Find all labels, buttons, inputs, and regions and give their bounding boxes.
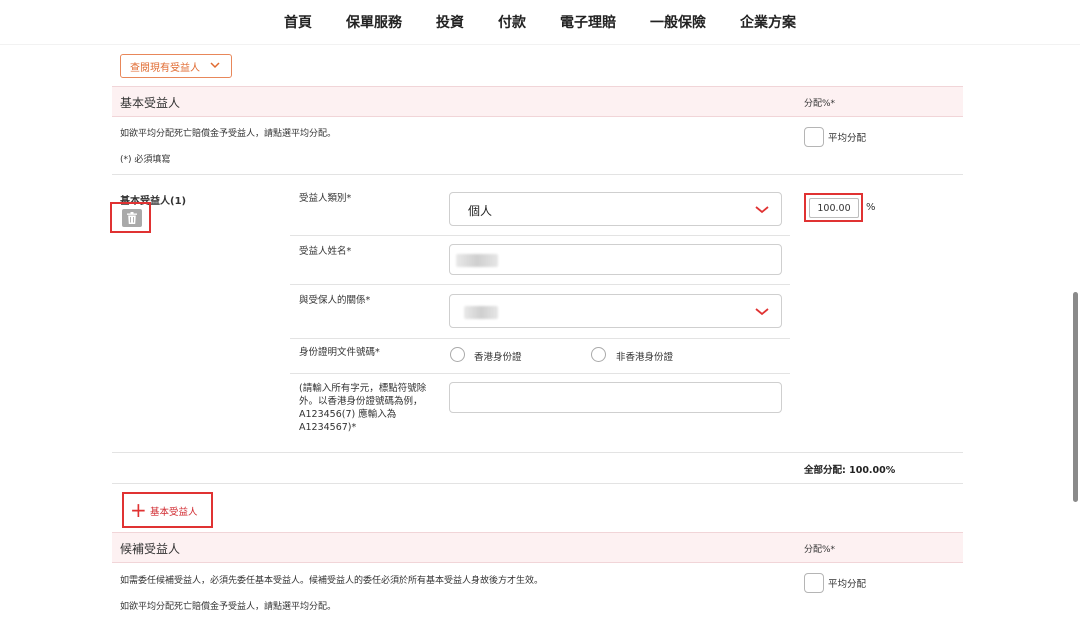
divider [112,483,963,484]
divider [290,235,790,236]
nav-home[interactable]: 首頁 [284,12,312,32]
contingent-even-split-description: 如欲平均分配死亡賠償金予受益人，請點選平均分配。 [120,602,337,612]
delete-highlight [110,202,151,233]
nav-corporate[interactable]: 企業方案 [740,12,796,32]
allocation-input[interactable]: 100.00 [809,198,859,218]
chevron-down-icon [210,62,220,69]
required-note: (*) 必須填寫 [120,155,171,165]
id-type-non-hk-radio[interactable] [591,347,606,362]
contingent-even-split-label: 平均分配 [828,579,867,590]
basic-beneficiary-title: 基本受益人 [120,96,181,110]
add-basic-beneficiary-label: 基本受益人 [150,507,198,518]
divider [290,373,790,374]
nav-eclaims[interactable]: 電子理賠 [560,12,616,32]
contingent-beneficiary-title: 候補受益人 [120,542,181,556]
beneficiary-name-label: 受益人姓名* [299,246,352,257]
id-number-hint: (請輸入所有字元，標點符號除外。以香港身份證號碼為例，A123456(7) 應輸… [299,383,427,433]
nav-payment[interactable]: 付款 [498,12,526,32]
even-split-checkbox[interactable] [804,127,824,147]
even-split-description: 如欲平均分配死亡賠償金予受益人，請點選平均分配。 [120,129,337,139]
add-basic-beneficiary-button[interactable]: + 基本受益人 [122,492,213,528]
contingent-allocation-header: 分配%* [804,545,836,555]
id-type-non-hk-label: 非香港身份證 [616,352,674,363]
id-type-hk-label: 香港身份證 [474,352,522,363]
divider [112,452,963,453]
redacted-relationship [464,306,498,319]
beneficiary-type-value: 個人 [468,204,493,218]
contingent-even-split-checkbox[interactable] [804,573,824,593]
relationship-label: 與受保人的關係* [299,295,371,306]
basic-beneficiary-header: 基本受益人 分配%* [112,86,963,117]
plus-icon: + [130,498,147,522]
trash-icon [127,212,137,224]
divider [290,284,790,285]
allocation-highlight: 100.00 [804,193,863,222]
redacted-name [456,254,498,267]
top-nav: 首頁 保單服務 投資 付款 電子理賠 一般保險 企業方案 [0,0,1080,45]
contingent-description: 如需委任候補受益人，必須先委任基本受益人。候補受益人的委任必須於所有基本受益人身… [120,576,544,586]
divider [290,338,790,339]
id-number-label: 身份證明文件號碼* [299,347,380,358]
page-scrollbar[interactable] [1073,292,1078,502]
view-existing-label: 查閱現有受益人 [130,62,200,74]
nav-general-insurance[interactable]: 一般保險 [650,12,706,32]
beneficiary-type-select[interactable]: 個人 [449,192,782,226]
relationship-select[interactable] [449,294,782,328]
id-number-input[interactable] [449,382,782,413]
contingent-beneficiary-header: 候補受益人 分配%* [112,532,963,563]
allocation-header: 分配%* [804,99,836,109]
divider [112,174,963,175]
chevron-down-icon [755,308,769,316]
nav-investment[interactable]: 投資 [436,12,464,32]
beneficiary-type-label: 受益人類別* [299,193,352,204]
delete-beneficiary-button[interactable] [122,209,142,227]
chevron-down-icon [755,206,769,214]
nav-policy-services[interactable]: 保單服務 [346,12,402,32]
even-split-label: 平均分配 [828,133,867,144]
total-allocation: 全部分配: 100.00% [804,465,896,476]
view-existing-beneficiaries-button[interactable]: 查閱現有受益人 [120,54,232,78]
id-type-hk-radio[interactable] [450,347,465,362]
percent-sign: % [866,202,876,213]
beneficiary-name-input[interactable] [449,244,782,275]
